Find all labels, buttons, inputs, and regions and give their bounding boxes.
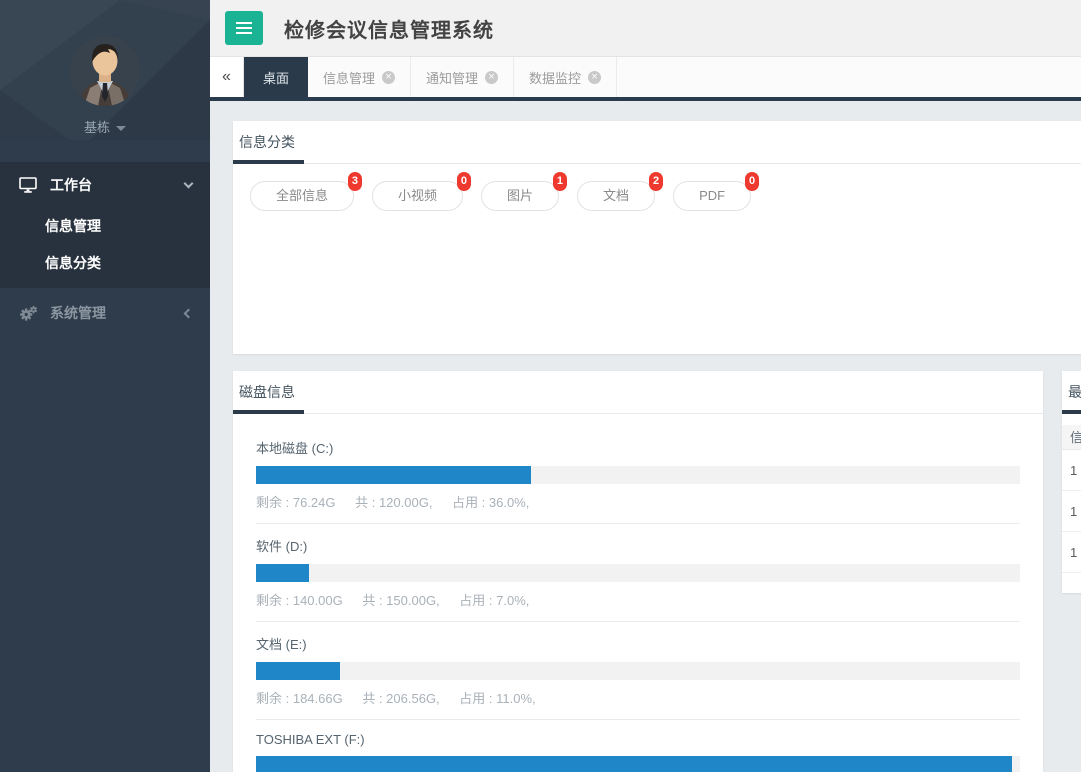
sidebar-item-workbench[interactable]: 工作台 — [0, 162, 210, 208]
monitor-icon — [18, 177, 38, 193]
tab-notice-management[interactable]: 通知管理 × — [411, 57, 514, 97]
disk-usage-fill — [256, 756, 1012, 772]
sidebar-subitem-info-category[interactable]: 信息分类 — [0, 245, 210, 282]
count-badge: 3 — [348, 172, 362, 191]
disk-usage-fill — [256, 466, 531, 484]
close-icon[interactable]: × — [382, 71, 395, 84]
disk-stats: 剩余 : 140.00G 共 : 150.00G, 占用 : 7.0%, — [256, 590, 1020, 609]
table-row[interactable]: 1 — [1062, 532, 1081, 573]
panel-header: 磁盘信息 — [233, 371, 1043, 414]
double-chevron-left-icon: « — [222, 68, 231, 85]
disk-list: 本地磁盘 (C:) 剩余 : 76.24G 共 : 120.00G, 占用 : … — [233, 414, 1043, 772]
pill-pdf[interactable]: PDF 0 — [673, 181, 751, 211]
panel-title: 最 — [1062, 371, 1081, 414]
disk-item-f: TOSHIBA EXT (F:) 剩余 : 20.45G 共 : 1863.01… — [256, 732, 1020, 772]
disk-remaining: 剩余 : 76.24G — [256, 495, 335, 510]
hamburger-icon — [236, 22, 252, 24]
workbench-submenu: 信息管理 信息分类 — [0, 208, 210, 282]
pill-label: 文档 — [603, 188, 629, 203]
disk-total: 共 : 206.56G, — [362, 691, 439, 706]
tab-label: 信息管理 — [323, 68, 375, 87]
disk-used-percent: 占用 : 11.0%, — [459, 691, 535, 706]
tab-data-monitor[interactable]: 数据监控 × — [514, 57, 617, 97]
disk-stats: 剩余 : 184.66G 共 : 206.56G, 占用 : 11.0%, — [256, 688, 1020, 707]
disk-usage-bar — [256, 756, 1020, 772]
disk-remaining: 剩余 : 184.66G — [256, 691, 343, 706]
tab-label: 通知管理 — [426, 68, 478, 87]
menu-item-label: 系统管理 — [50, 303, 185, 323]
count-badge: 2 — [649, 172, 663, 191]
disk-name: TOSHIBA EXT (F:) — [256, 732, 1020, 747]
menu-item-label: 工作台 — [50, 175, 185, 195]
hamburger-menu-button[interactable] — [225, 11, 263, 45]
table-row[interactable]: 1 — [1062, 491, 1081, 532]
pill-label: 图片 — [507, 188, 533, 203]
table-row[interactable]: 1 — [1062, 450, 1081, 491]
caret-down-icon — [116, 126, 126, 131]
count-badge: 0 — [457, 172, 471, 191]
pill-image[interactable]: 图片 1 — [481, 181, 559, 211]
avatar[interactable] — [70, 36, 140, 106]
close-icon[interactable]: × — [485, 71, 498, 84]
gears-icon — [18, 305, 38, 322]
disk-usage-fill — [256, 564, 309, 582]
top-header: 检修会议信息管理系统 — [210, 0, 1081, 57]
tab-info-management[interactable]: 信息管理 × — [308, 57, 411, 97]
disk-info-panel: 磁盘信息 本地磁盘 (C:) 剩余 : 76.24G 共 : 120.00G, … — [233, 371, 1043, 772]
user-menu[interactable]: 基栋 — [0, 117, 210, 136]
disk-item-c: 本地磁盘 (C:) 剩余 : 76.24G 共 : 120.00G, 占用 : … — [256, 438, 1020, 524]
disk-stats: 剩余 : 76.24G 共 : 120.00G, 占用 : 36.0%, — [256, 492, 1020, 511]
disk-usage-bar — [256, 564, 1020, 582]
collapse-tabs-button[interactable]: « — [210, 57, 244, 97]
pill-label: 小视频 — [398, 188, 437, 203]
panel-title: 信息分类 — [233, 121, 304, 164]
pill-document[interactable]: 文档 2 — [577, 181, 655, 211]
page-title: 检修会议信息管理系统 — [284, 14, 494, 43]
profile-section: 基栋 — [0, 0, 210, 140]
latest-table-header: 信 — [1062, 425, 1081, 450]
panel-title: 磁盘信息 — [233, 371, 304, 414]
sidebar-menu: 工作台 信息管理 信息分类 — [0, 162, 210, 338]
category-pills: 全部信息 3 小视频 0 图片 1 文档 2 PDF 0 — [250, 181, 1081, 211]
disk-usage-bar — [256, 466, 1020, 484]
info-category-panel: 信息分类 全部信息 3 小视频 0 图片 1 文档 2 PDF 0 — [233, 121, 1081, 354]
disk-total: 共 : 120.00G, — [355, 495, 432, 510]
chevron-down-icon — [184, 179, 194, 189]
count-badge: 1 — [553, 172, 567, 191]
panel-header: 信息分类 — [233, 121, 1081, 164]
disk-used-percent: 占用 : 36.0%, — [452, 495, 529, 510]
count-badge: 0 — [745, 172, 759, 191]
disk-item-e: 文档 (E:) 剩余 : 184.66G 共 : 206.56G, 占用 : 1… — [256, 634, 1020, 720]
menu-group-workbench: 工作台 信息管理 信息分类 — [0, 162, 210, 288]
disk-item-d: 软件 (D:) 剩余 : 140.00G 共 : 150.00G, 占用 : 7… — [256, 536, 1020, 622]
disk-name: 本地磁盘 (C:) — [256, 438, 1020, 457]
latest-info-panel: 最 信 1 1 1 — [1062, 371, 1081, 593]
tab-bar: « 桌面 信息管理 × 通知管理 × 数据监控 × — [210, 57, 1081, 97]
disk-remaining: 剩余 : 140.00G — [256, 593, 343, 608]
tabbar-divider — [210, 97, 1081, 101]
pill-short-video[interactable]: 小视频 0 — [372, 181, 463, 211]
tab-label: 数据监控 — [529, 68, 581, 87]
disk-name: 软件 (D:) — [256, 536, 1020, 555]
disk-used-percent: 占用 : 7.0%, — [459, 593, 529, 608]
avatar-illustration — [70, 36, 140, 106]
disk-usage-fill — [256, 662, 340, 680]
pill-all-info[interactable]: 全部信息 3 — [250, 181, 354, 211]
chevron-left-icon — [184, 308, 194, 318]
tab-desktop[interactable]: 桌面 — [244, 57, 308, 97]
pill-label: PDF — [699, 188, 725, 203]
username-label: 基栋 — [84, 120, 110, 135]
disk-usage-bar — [256, 662, 1020, 680]
sidebar-item-system-management[interactable]: 系统管理 — [0, 288, 210, 338]
pill-label: 全部信息 — [276, 188, 328, 203]
disk-name: 文档 (E:) — [256, 634, 1020, 653]
disk-total: 共 : 150.00G, — [362, 593, 439, 608]
panel-header: 最 — [1062, 371, 1081, 414]
tab-label: 桌面 — [263, 68, 289, 87]
close-icon[interactable]: × — [588, 71, 601, 84]
sidebar: 基栋 工作台 信息管理 信息分类 — [0, 0, 210, 772]
sidebar-subitem-info-management[interactable]: 信息管理 — [0, 208, 210, 245]
